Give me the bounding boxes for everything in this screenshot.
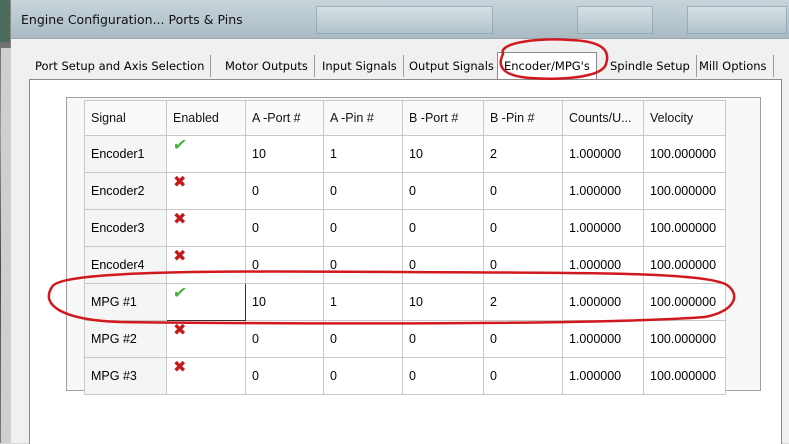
grid-row[interactable]: Encoder4 ✖ 0 0 0 0 1.000000 100.000000 xyxy=(84,246,726,284)
a-pin-cell[interactable]: 0 xyxy=(323,209,403,247)
a-port-cell[interactable]: 0 xyxy=(245,246,324,284)
a-pin-cell[interactable]: 1 xyxy=(323,283,403,321)
signal-cell: MPG #1 xyxy=(84,283,167,321)
tab-input-signals[interactable]: Input Signals xyxy=(316,55,404,77)
b-pin-cell[interactable]: 0 xyxy=(483,172,563,210)
grid-header-row: Signal Enabled A -Port # A -Pin # B -Por… xyxy=(84,100,726,136)
col-header-a-port[interactable]: A -Port # xyxy=(245,100,324,136)
title-bar: Engine Configuration... Ports & Pins xyxy=(11,0,789,39)
col-header-enabled[interactable]: Enabled xyxy=(166,100,246,136)
col-header-a-pin[interactable]: A -Pin # xyxy=(323,100,403,136)
background-dro-ghost xyxy=(316,6,493,34)
velocity-cell[interactable]: 100.000000 xyxy=(643,320,726,358)
tab-port-setup[interactable]: Port Setup and Axis Selection xyxy=(29,55,212,77)
col-header-signal[interactable]: Signal xyxy=(84,100,167,136)
b-port-cell[interactable]: 0 xyxy=(402,357,484,395)
tab-panel: Signal Enabled A -Port # A -Pin # B -Por… xyxy=(29,79,782,444)
a-port-cell[interactable]: 0 xyxy=(245,357,324,395)
enabled-cell[interactable]: ✖ xyxy=(166,357,246,395)
b-pin-cell[interactable]: 0 xyxy=(483,246,563,284)
velocity-cell[interactable]: 100.000000 xyxy=(643,172,726,210)
encoder-grid-frame: Signal Enabled A -Port # A -Pin # B -Por… xyxy=(66,97,761,395)
grid-row[interactable]: MPG #2 ✖ 0 0 0 0 1.000000 100.000000 xyxy=(84,320,726,358)
enabled-cell[interactable]: ✔ xyxy=(166,283,246,321)
grid-row[interactable]: MPG #1 ✔ 10 1 10 2 1.000000 100.000000 xyxy=(84,283,726,321)
tab-strip: Port Setup and Axis Selection Motor Outp… xyxy=(29,52,789,79)
signal-cell: MPG #3 xyxy=(84,357,167,395)
green-check-icon: ✔ xyxy=(171,137,188,154)
signal-cell: Encoder1 xyxy=(84,135,167,173)
b-pin-cell[interactable]: 2 xyxy=(483,283,563,321)
red-x-icon: ✖ xyxy=(173,322,187,339)
b-port-cell[interactable]: 10 xyxy=(402,135,484,173)
background-button-ghost-2 xyxy=(687,6,787,34)
b-port-cell[interactable]: 0 xyxy=(402,320,484,358)
enabled-cell[interactable]: ✖ xyxy=(166,209,246,247)
counts-cell[interactable]: 1.000000 xyxy=(562,246,644,284)
b-port-cell[interactable]: 0 xyxy=(402,209,484,247)
green-check-icon: ✔ xyxy=(171,285,188,302)
b-pin-cell[interactable]: 0 xyxy=(483,357,563,395)
signal-cell: Encoder3 xyxy=(84,209,167,247)
encoder-grid: Signal Enabled A -Port # A -Pin # B -Por… xyxy=(84,100,726,395)
a-port-cell[interactable]: 0 xyxy=(245,320,324,358)
counts-cell[interactable]: 1.000000 xyxy=(562,135,644,173)
velocity-cell[interactable]: 100.000000 xyxy=(643,246,726,284)
red-x-icon: ✖ xyxy=(173,211,187,228)
b-pin-cell[interactable]: 0 xyxy=(483,320,563,358)
col-header-velocity[interactable]: Velocity xyxy=(643,100,726,136)
enabled-cell[interactable]: ✖ xyxy=(166,246,246,284)
counts-cell[interactable]: 1.000000 xyxy=(562,357,644,395)
background-button-ghost xyxy=(577,6,653,34)
a-port-cell[interactable]: 10 xyxy=(245,135,324,173)
tab-output-signals[interactable]: Output Signals xyxy=(403,55,501,77)
b-port-cell[interactable]: 0 xyxy=(402,172,484,210)
red-x-icon: ✖ xyxy=(173,359,187,376)
ports-pins-dialog: Engine Configuration... Ports & Pins Por… xyxy=(1,0,789,444)
grid-row[interactable]: Encoder3 ✖ 0 0 0 0 1.000000 100.000000 xyxy=(84,209,726,247)
tab-spindle-setup[interactable]: Spindle Setup xyxy=(604,55,697,77)
velocity-cell[interactable]: 100.000000 xyxy=(643,135,726,173)
background-scrollbar xyxy=(1,48,11,443)
red-x-icon: ✖ xyxy=(173,174,187,191)
col-header-b-pin[interactable]: B -Pin # xyxy=(483,100,563,136)
grid-row[interactable]: MPG #3 ✖ 0 0 0 0 1.000000 100.000000 xyxy=(84,357,726,395)
velocity-cell[interactable]: 100.000000 xyxy=(643,209,726,247)
grid-row[interactable]: Encoder1 ✔ 10 1 10 2 1.000000 100.000000 xyxy=(84,135,726,173)
tab-encoder-mpgs[interactable]: Encoder/MPG's xyxy=(497,52,597,79)
signal-cell: Encoder4 xyxy=(84,246,167,284)
grid-row[interactable]: Encoder2 ✖ 0 0 0 0 1.000000 100.000000 xyxy=(84,172,726,210)
tab-motor-outputs[interactable]: Motor Outputs xyxy=(219,55,315,77)
enabled-cell[interactable]: ✔ xyxy=(166,135,246,173)
b-pin-cell[interactable]: 0 xyxy=(483,209,563,247)
a-pin-cell[interactable]: 0 xyxy=(323,357,403,395)
tab-mill-options[interactable]: Mill Options xyxy=(693,55,774,77)
a-pin-cell[interactable]: 0 xyxy=(323,246,403,284)
enabled-cell[interactable]: ✖ xyxy=(166,172,246,210)
a-pin-cell[interactable]: 0 xyxy=(323,320,403,358)
counts-cell[interactable]: 1.000000 xyxy=(562,209,644,247)
window-title: Engine Configuration... Ports & Pins xyxy=(21,12,243,27)
red-x-icon: ✖ xyxy=(173,248,187,265)
counts-cell[interactable]: 1.000000 xyxy=(562,283,644,321)
velocity-cell[interactable]: 100.000000 xyxy=(643,283,726,321)
b-port-cell[interactable]: 10 xyxy=(402,283,484,321)
col-header-counts[interactable]: Counts/U... xyxy=(562,100,644,136)
counts-cell[interactable]: 1.000000 xyxy=(562,172,644,210)
enabled-cell[interactable]: ✖ xyxy=(166,320,246,358)
grid-body: Encoder1 ✔ 10 1 10 2 1.000000 100.000000 Encoder… xyxy=(84,135,726,395)
b-pin-cell[interactable]: 2 xyxy=(483,135,563,173)
signal-cell: MPG #2 xyxy=(84,320,167,358)
a-port-cell[interactable]: 10 xyxy=(245,283,324,321)
b-port-cell[interactable]: 0 xyxy=(402,246,484,284)
signal-cell: Encoder2 xyxy=(84,172,167,210)
velocity-cell[interactable]: 100.000000 xyxy=(643,357,726,395)
a-pin-cell[interactable]: 0 xyxy=(323,172,403,210)
a-port-cell[interactable]: 0 xyxy=(245,172,324,210)
col-header-b-port[interactable]: B -Port # xyxy=(402,100,484,136)
a-pin-cell[interactable]: 1 xyxy=(323,135,403,173)
counts-cell[interactable]: 1.000000 xyxy=(562,320,644,358)
a-port-cell[interactable]: 0 xyxy=(245,209,324,247)
